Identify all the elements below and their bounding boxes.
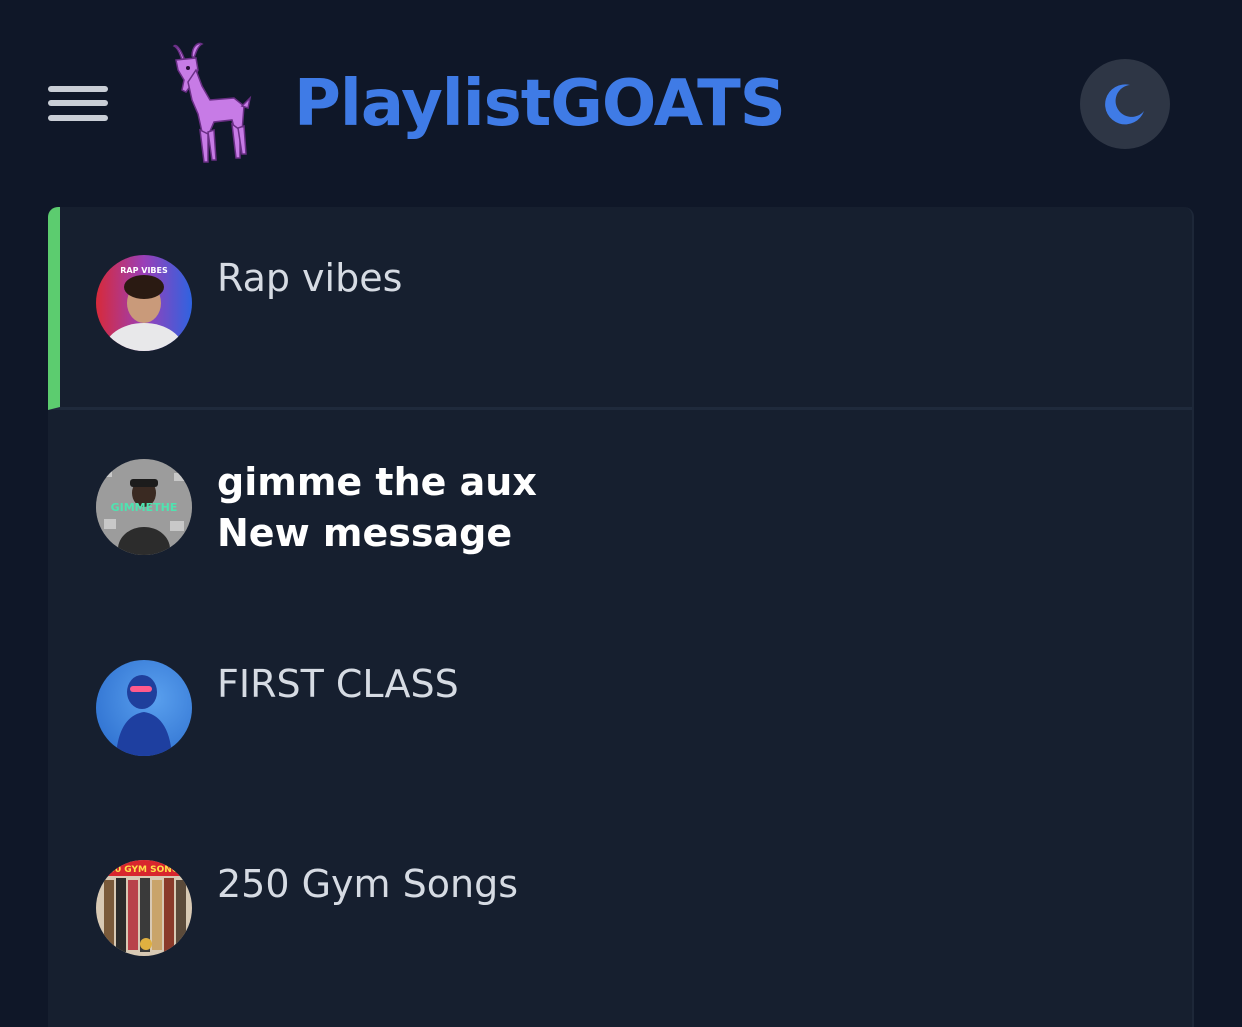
chat-subtitle: New message (217, 511, 513, 555)
chat-list: RAP VIBES Rap vibes GIMMETHE gimme the a… (48, 207, 1194, 1027)
avatar (96, 660, 192, 756)
chat-title: gimme the aux (217, 460, 537, 504)
goat-logo-icon[interactable] (162, 40, 252, 166)
chat-item-gimme-the-aux[interactable]: GIMMETHE gimme the aux New message (48, 410, 1192, 613)
chat-item-first-class[interactable]: FIRST CLASS (48, 613, 1192, 813)
theme-toggle-button[interactable] (1080, 59, 1170, 149)
avatar-label: GIMMETHE (111, 501, 178, 514)
moon-icon (1105, 84, 1144, 125)
brand-title[interactable]: PlaylistGOATS (294, 62, 786, 146)
chat-item-250-gym-songs[interactable]: 250 GYM SONGS 250 Gym Songs (48, 813, 1192, 1023)
avatar-label: RAP VIBES (120, 266, 168, 275)
chat-title: FIRST CLASS (217, 662, 459, 706)
chat-item-rap-vibes[interactable]: RAP VIBES Rap vibes (48, 207, 1192, 410)
hamburger-menu-icon[interactable] (48, 84, 108, 124)
chat-title: Rap vibes (217, 256, 403, 300)
avatar: GIMMETHE (96, 459, 192, 555)
avatar: 250 GYM SONGS (96, 860, 192, 956)
chat-title: 250 Gym Songs (217, 862, 519, 906)
app-header: PlaylistGOATS (0, 0, 1242, 207)
avatar: RAP VIBES (96, 255, 192, 351)
avatar-label: 250 GYM SONGS (102, 865, 185, 875)
